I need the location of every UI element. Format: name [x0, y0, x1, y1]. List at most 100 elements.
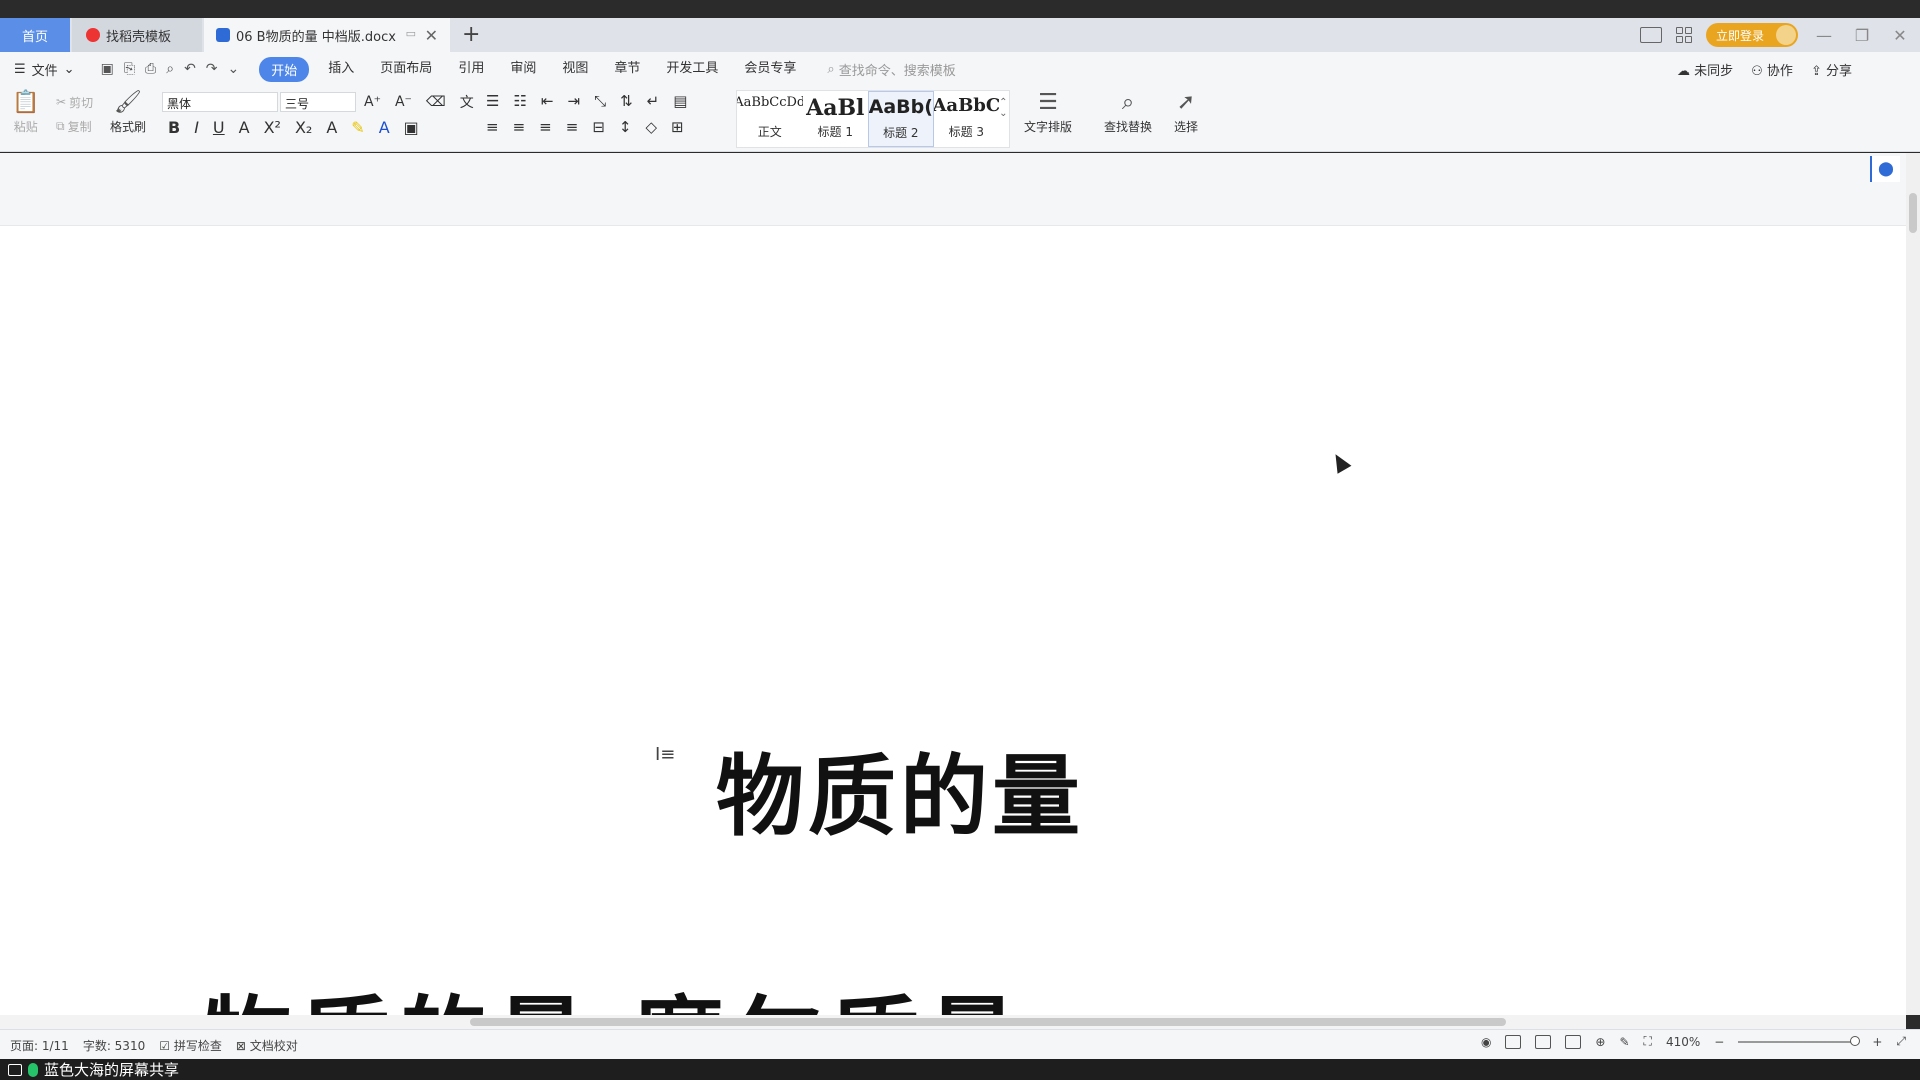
close-tab-icon[interactable]: ✕: [425, 26, 438, 45]
zoom-slider-knob[interactable]: [1850, 1035, 1861, 1046]
screen-share-tag[interactable]: 蓝色大海的屏幕共享: [0, 1059, 187, 1080]
minimize-icon[interactable]: —: [1812, 26, 1836, 45]
horizontal-scrollbar[interactable]: [0, 1015, 1906, 1029]
zoom-in-icon[interactable]: +: [1872, 1035, 1882, 1049]
menu-item-layout[interactable]: 页面布局: [367, 57, 445, 82]
tab-document[interactable]: 06 B物质的量 中档版.docx ▭ ✕: [204, 18, 450, 52]
align-right-icon[interactable]: ≡: [539, 118, 552, 136]
write-mode-icon[interactable]: ✎: [1619, 1035, 1629, 1049]
print-preview-icon[interactable]: ⌕: [166, 61, 174, 77]
page-indicator[interactable]: 页面: 1/11: [10, 1037, 69, 1054]
web-view-icon[interactable]: ⊕: [1595, 1035, 1605, 1049]
style-heading-3[interactable]: AaBbC 标题 3: [934, 91, 1000, 147]
page-view-icon[interactable]: [1505, 1034, 1522, 1049]
apps-grid-icon[interactable]: [1675, 27, 1692, 43]
shrink-font-icon[interactable]: A⁻: [395, 94, 412, 110]
menu-item-review[interactable]: 审阅: [497, 57, 549, 82]
superscript-icon[interactable]: X²: [264, 118, 281, 137]
share-button[interactable]: ⇪ 分享: [1811, 60, 1852, 79]
italic-icon[interactable]: I: [194, 118, 199, 137]
font-size-select[interactable]: 三号: [280, 92, 356, 112]
outline-view-icon[interactable]: [1535, 1034, 1552, 1049]
decrease-indent-icon[interactable]: ⇤: [541, 92, 554, 110]
export-icon[interactable]: ⎘: [124, 61, 135, 77]
strikethrough-icon[interactable]: A: [239, 118, 250, 137]
collab-button[interactable]: ⚇ 协作: [1751, 60, 1793, 79]
proofread-button[interactable]: ⊠ 文档校对: [236, 1037, 298, 1054]
menu-item-start[interactable]: 开始: [259, 56, 310, 82]
text-layout-button[interactable]: ☰ 文字排版: [1024, 90, 1072, 135]
menu-item-insert[interactable]: 插入: [315, 57, 367, 82]
undo-icon[interactable]: ↶: [184, 61, 196, 77]
char-border-icon[interactable]: ▣: [404, 118, 419, 137]
menu-item-devtools[interactable]: 开发工具: [653, 57, 731, 82]
text-direction-icon[interactable]: ⤡: [594, 92, 606, 110]
close-window-icon[interactable]: ✕: [1888, 26, 1912, 45]
fullscreen-icon[interactable]: ⤢: [1896, 1034, 1906, 1049]
sort-icon[interactable]: ⇅: [620, 92, 633, 110]
underline-icon[interactable]: U: [213, 118, 225, 137]
horizontal-scroll-thumb[interactable]: [470, 1018, 1506, 1026]
document-page[interactable]: I≡ 物质的量 一、物质的量 摩尔质量: [0, 225, 1906, 1015]
menu-item-chapter[interactable]: 章节: [601, 57, 653, 82]
align-left-icon[interactable]: ≡: [486, 118, 499, 136]
font-color-icon[interactable]: A: [379, 118, 390, 137]
file-menu[interactable]: ☰ 文件 ⌄: [14, 60, 75, 79]
text-effect-icon[interactable]: A: [326, 118, 337, 137]
select-button[interactable]: ➚ 选择: [1174, 90, 1198, 135]
borders-icon[interactable]: ⊞: [671, 118, 684, 136]
phonetic-icon[interactable]: 文: [460, 92, 474, 112]
find-replace-button[interactable]: ⌕ 查找替换: [1104, 90, 1152, 135]
new-tab-button[interactable]: +: [462, 22, 480, 47]
reading-view-icon[interactable]: [1565, 1034, 1582, 1049]
style-heading-1[interactable]: AaBl 标题 1: [803, 91, 869, 147]
save-icon[interactable]: ▣: [101, 61, 114, 77]
layout-icon[interactable]: [1639, 27, 1662, 43]
bullet-list-icon[interactable]: ☰: [486, 92, 499, 110]
document-heading[interactable]: 一、物质的量 摩尔质量: [6, 966, 1025, 1015]
numbered-list-icon[interactable]: ☷: [513, 92, 526, 110]
login-button[interactable]: 立即登录: [1705, 23, 1798, 47]
redo-icon[interactable]: ↷: [206, 61, 218, 77]
grow-font-icon[interactable]: A⁺: [364, 94, 381, 110]
vertical-scroll-thumb[interactable]: [1909, 193, 1917, 233]
fit-page-icon[interactable]: ⛶: [1644, 1034, 1652, 1049]
pin-icon[interactable]: ▭: [406, 27, 416, 40]
format-painter-button[interactable]: 🖌 格式刷: [110, 90, 146, 135]
spell-check-toggle[interactable]: ☑ 拼写检查: [159, 1037, 222, 1054]
tab-home[interactable]: 首页: [0, 18, 70, 52]
line-spacing-icon[interactable]: ↕: [619, 118, 632, 136]
style-heading-2[interactable]: AaBb(标题 2: [868, 91, 934, 147]
align-center-icon[interactable]: ≡: [513, 118, 526, 136]
word-count[interactable]: 字数: 5310: [83, 1037, 145, 1054]
justify-icon[interactable]: ≡: [566, 118, 579, 136]
highlight-icon[interactable]: ✎: [351, 118, 364, 137]
zoom-slider[interactable]: [1738, 1035, 1861, 1046]
customize-icon[interactable]: ⌄: [228, 61, 240, 77]
style-gallery-more[interactable]: ⌃ ⌄: [999, 91, 1009, 147]
command-search[interactable]: ⌕ 查找命令、搜索模板: [827, 60, 955, 79]
bold-icon[interactable]: B: [168, 118, 180, 137]
restore-icon[interactable]: ❐: [1850, 26, 1874, 45]
print-icon[interactable]: ⎙: [145, 61, 156, 77]
cut-button[interactable]: ✂ 剪切: [56, 90, 93, 114]
distribute-icon[interactable]: ⊟: [592, 118, 605, 136]
menu-item-member[interactable]: 会员专享: [731, 57, 809, 82]
table-ruler-icon[interactable]: ▤: [673, 92, 687, 110]
clear-format-icon[interactable]: ⌫: [426, 94, 446, 110]
menu-item-view[interactable]: 视图: [549, 57, 601, 82]
increase-indent-icon[interactable]: ⇥: [567, 92, 580, 110]
zoom-out-icon[interactable]: −: [1714, 1035, 1724, 1049]
font-name-select[interactable]: 黑体: [162, 92, 278, 112]
subscript-icon[interactable]: X₂: [295, 118, 312, 137]
tab-template[interactable]: 找稻壳模板: [72, 18, 202, 52]
menu-item-references[interactable]: 引用: [445, 57, 497, 82]
sync-button[interactable]: ☁ 未同步: [1677, 60, 1733, 79]
paste-button[interactable]: 📋 粘贴: [12, 90, 39, 135]
zoom-level[interactable]: 410%: [1666, 1035, 1700, 1049]
shading-icon[interactable]: ◇: [645, 118, 657, 136]
style-normal[interactable]: AaBbCcDd 正文: [737, 91, 803, 147]
eye-protect-icon[interactable]: ◉: [1481, 1035, 1491, 1049]
show-marks-icon[interactable]: ↵: [647, 92, 660, 110]
copy-button[interactable]: ⧉ 复制: [56, 114, 93, 138]
